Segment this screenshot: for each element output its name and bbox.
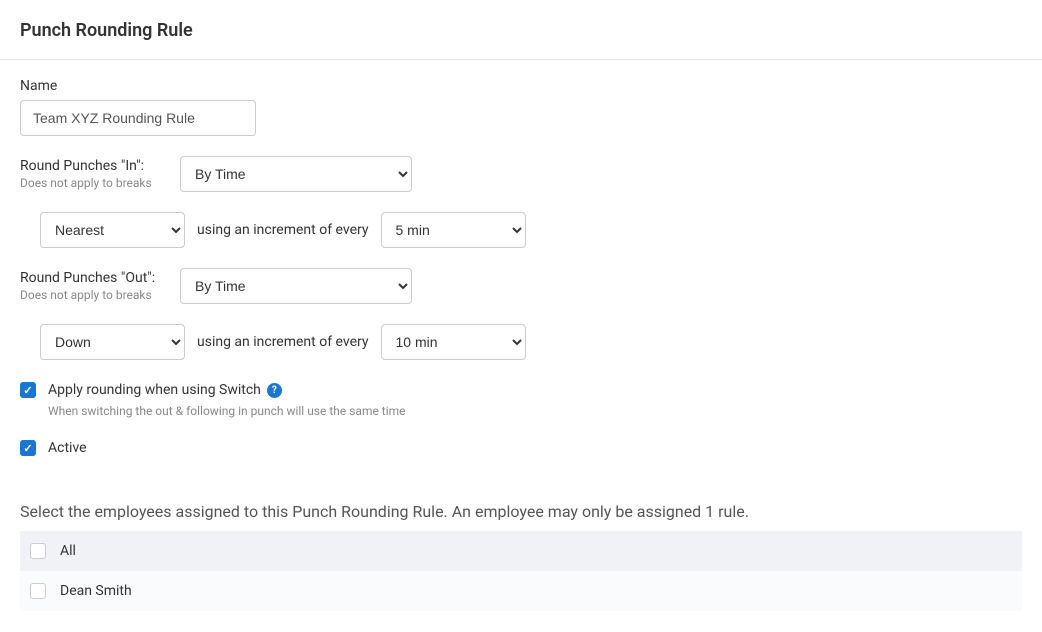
round-in-row: Round Punches "In": Does not apply to br…: [20, 156, 1022, 192]
employees-all-label: All: [60, 543, 76, 559]
employee-name: Dean Smith: [60, 583, 132, 599]
round-out-direction-select[interactable]: Down: [40, 324, 185, 360]
employees-intro: Select the employees assigned to this Pu…: [20, 502, 1022, 521]
active-checkbox-row: ✓ Active: [20, 440, 1022, 456]
round-out-increment-select[interactable]: 10 min: [381, 324, 526, 360]
round-out-mode-select[interactable]: By Time: [180, 268, 412, 304]
employees-all-row: All: [20, 531, 1022, 571]
round-in-label: Round Punches "In":: [20, 158, 168, 174]
switch-checkbox-label: Apply rounding when using Switch: [48, 382, 261, 398]
employee-checkbox[interactable]: [30, 583, 46, 599]
round-in-mode-select[interactable]: By Time: [180, 156, 412, 192]
form-container: Name Round Punches "In": Does not apply …: [0, 60, 1042, 611]
active-checkbox-label: Active: [48, 440, 87, 456]
round-out-increment-text: using an increment of every: [197, 334, 369, 350]
employees-list: All Dean Smith: [20, 531, 1022, 611]
name-label: Name: [20, 78, 1022, 94]
round-in-increment-select[interactable]: 5 min: [381, 212, 526, 248]
switch-label-line: Apply rounding when using Switch ?: [48, 382, 282, 398]
round-out-detail-row: Down using an increment of every 10 min: [40, 324, 1022, 360]
round-out-label-block: Round Punches "Out": Does not apply to b…: [20, 270, 168, 302]
switch-checkbox-row: ✓ Apply rounding when using Switch ?: [20, 382, 1022, 398]
round-out-sub: Does not apply to breaks: [20, 288, 168, 302]
round-in-label-block: Round Punches "In": Does not apply to br…: [20, 158, 168, 190]
help-icon[interactable]: ?: [267, 383, 282, 398]
switch-helper-text: When switching the out & following in pu…: [48, 404, 1022, 418]
round-in-detail-row: Nearest using an increment of every 5 mi…: [40, 212, 1022, 248]
round-out-row: Round Punches "Out": Does not apply to b…: [20, 268, 1022, 304]
round-in-sub: Does not apply to breaks: [20, 176, 168, 190]
active-checkbox[interactable]: ✓: [20, 440, 36, 456]
round-out-label: Round Punches "Out":: [20, 270, 168, 286]
employee-row: Dean Smith: [20, 571, 1022, 611]
employees-all-checkbox[interactable]: [30, 543, 46, 559]
switch-checkbox[interactable]: ✓: [20, 382, 36, 398]
name-input[interactable]: [20, 100, 256, 136]
round-in-direction-select[interactable]: Nearest: [40, 212, 185, 248]
round-in-increment-text: using an increment of every: [197, 222, 369, 238]
page-title: Punch Rounding Rule: [0, 0, 1042, 59]
